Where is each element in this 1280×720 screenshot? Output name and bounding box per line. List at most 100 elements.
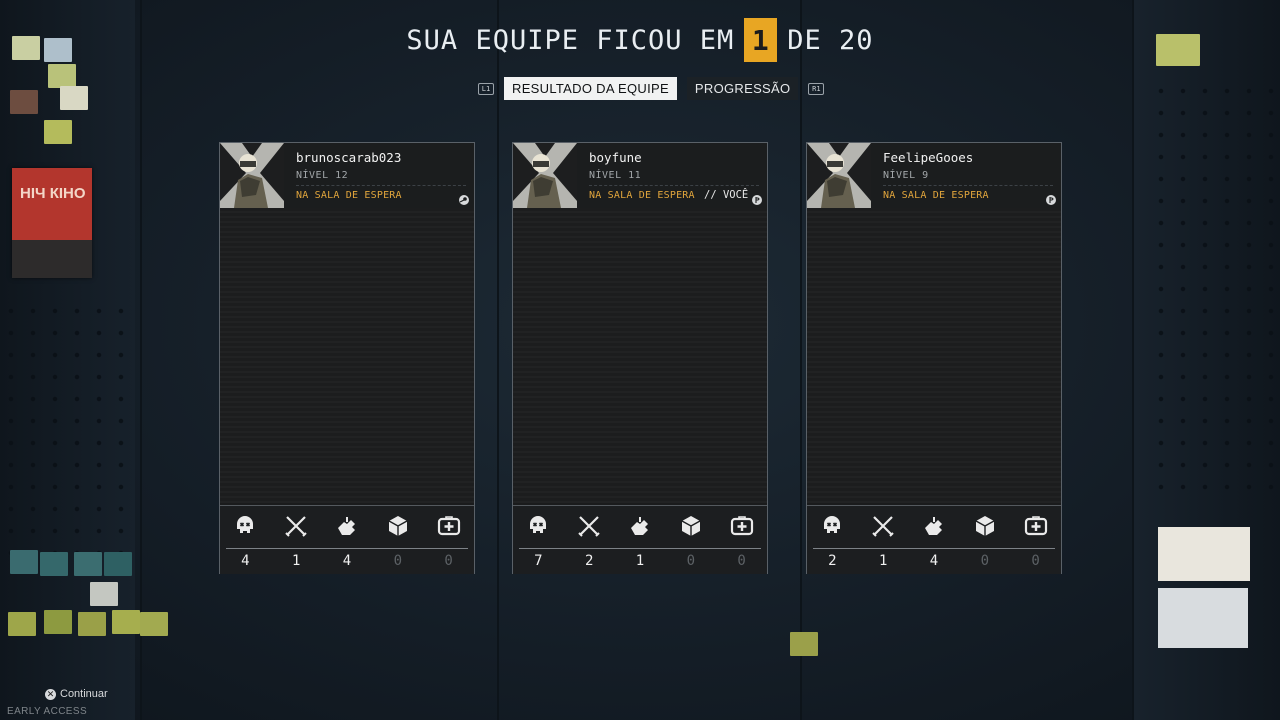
sticky-note [90,582,118,606]
player-stats: 7 2 1 0 0 [513,505,767,574]
stat-value: 1 [878,553,888,569]
medkit-icon [436,513,462,543]
player-card-header: brunoscarab023 NÍVEL 12 NA SALA DE ESPER… [220,143,474,208]
sticky-note [40,552,68,576]
pegboard-holes-left [0,300,130,560]
sticky-note [10,90,38,114]
medkit-icon [1023,513,1049,543]
stat-value: 4 [241,553,250,569]
sticky-note [8,612,36,636]
continue-label: Continuar [60,688,108,700]
locker-edge [1132,0,1134,720]
skull-icon [525,513,551,543]
sticky-note [78,612,106,636]
sticky-note [10,550,38,574]
player-card[interactable]: boyfune NÍVEL 11 NA SALA DE ESPERA // VO… [512,142,768,574]
header-suffix: DE 20 [787,24,874,56]
player-status: NA SALA DE ESPERA [589,190,695,201]
stat-values-row: 7 2 1 0 0 [513,553,767,569]
loot-cube-icon [678,513,704,543]
continue-prompt[interactable]: ✕ Continuar [45,688,108,700]
player-name: boyfune [589,150,642,165]
stat-value: 2 [584,553,594,569]
medkit-icon [729,513,755,543]
locker-edge [497,0,499,720]
stat-value: 0 [980,553,989,569]
player-card-body [807,208,1061,503]
player-stats: 2 1 4 0 0 [807,505,1061,574]
stat-value: 0 [737,553,746,569]
player-card-body [220,208,474,503]
player-card-header: FeelipeGooes NÍVEL 9 NA SALA DE ESPERA [807,143,1061,208]
divider [589,185,759,186]
divider [519,548,761,549]
loot-cube-icon [972,513,998,543]
early-access-label: EARLY ACCESS [7,706,88,717]
safety-sign [1158,527,1250,581]
divider [296,185,466,186]
r1-button-hint[interactable]: R1 [808,82,825,95]
header-prefix: SUA EQUIPE FICOU EM [406,24,735,56]
placement-header: SUA EQUIPE FICOU EM 1 DE 20 [0,18,1280,62]
stat-values-row: 4 1 4 0 0 [220,553,474,569]
sticky-note [48,64,76,88]
player-card-header: boyfune NÍVEL 11 NA SALA DE ESPERA // VO… [513,143,767,208]
revive-hand-icon [921,513,947,543]
player-status: NA SALA DE ESPERA [296,190,402,201]
player-level: NÍVEL 12 [296,170,349,181]
revive-hand-icon [627,513,653,543]
player-level: NÍVEL 9 [883,170,929,181]
player-avatar [513,143,577,208]
pegboard-holes-right [1150,80,1275,500]
stat-value: 0 [444,553,453,569]
player-card[interactable]: brunoscarab023 NÍVEL 12 NA SALA DE ESPER… [219,142,475,574]
player-level: NÍVEL 11 [589,170,642,181]
rank-badge: 1 [744,18,778,62]
stat-value: 0 [393,553,402,569]
sticky-note [112,610,140,634]
steam-icon [459,190,469,209]
divider [813,548,1055,549]
player-avatar [807,143,871,208]
player-avatar [220,143,284,208]
stat-icons-row [220,510,474,546]
wall-poster: НІЧ КІНО [12,168,92,278]
sticky-note [790,632,818,656]
sticky-note [104,552,132,576]
stat-values-row: 2 1 4 0 0 [807,553,1061,569]
stat-value: 1 [635,553,645,569]
cross-button-icon: ✕ [45,688,56,700]
sticky-note [74,552,102,576]
stat-value: 0 [1031,553,1040,569]
stat-value: 4 [929,553,939,569]
player-status: NA SALA DE ESPERA [883,190,989,201]
loot-cube-icon [385,513,411,543]
stat-value: 2 [828,553,837,569]
stat-icons-row [513,510,767,546]
playstation-icon [1046,190,1056,209]
result-tabs: L1 RESULTADO DA EQUIPE PROGRESSÃO R1 [478,77,825,100]
divider [226,548,468,549]
crossed-swords-icon [283,513,309,543]
player-card[interactable]: FeelipeGooes NÍVEL 9 NA SALA DE ESPERA 2… [806,142,1062,574]
divider [883,185,1053,186]
crossed-swords-icon [870,513,896,543]
sticky-note [44,120,72,144]
sticky-note [60,86,88,110]
player-name: brunoscarab023 [296,150,402,165]
player-name: FeelipeGooes [883,150,974,165]
player-card-body [513,208,767,503]
tab-team-result[interactable]: RESULTADO DA EQUIPE [504,77,677,100]
skull-icon [232,513,258,543]
tab-progression[interactable]: PROGRESSÃO [686,77,799,100]
stat-value: 0 [686,553,695,569]
l1-button-hint[interactable]: L1 [478,82,494,95]
fire-escape-plan-sign [1158,588,1248,648]
you-label: // VOCÊ [704,189,749,201]
stat-value: 1 [291,553,301,569]
sticky-note [140,612,168,636]
skull-icon [819,513,845,543]
poster-text: НІЧ КІНО [20,185,86,202]
revive-hand-icon [334,513,360,543]
sticky-note [44,610,72,634]
